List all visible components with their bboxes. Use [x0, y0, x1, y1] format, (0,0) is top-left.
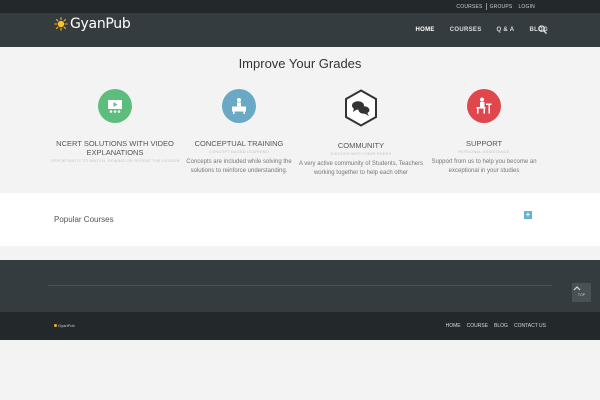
nav-qa[interactable]: Q & A [497, 27, 515, 33]
top-link-courses[interactable]: COURSES [453, 4, 485, 10]
top-link-groups[interactable]: GROUPS [487, 4, 516, 10]
main-header: GyanPub HOME COURSES Q & A BLOG [0, 13, 600, 47]
expand-courses-button[interactable]: + [524, 211, 532, 219]
feature-title: CONCEPTUAL TRAINING [194, 139, 284, 148]
logo-text: GyanPub [70, 16, 131, 32]
top-link-login[interactable]: LOGIN [515, 4, 538, 10]
popular-courses-title: Popular Courses [54, 215, 114, 224]
back-to-top-button[interactable]: TOP [572, 283, 591, 302]
feature-community: COMMUNITY DISCUSS WITH YOUR PEERS A very… [296, 89, 426, 178]
spacer-band [0, 246, 600, 260]
chat-bubbles-icon [345, 89, 377, 127]
nav-courses[interactable]: COURSES [450, 27, 482, 33]
feature-subtitle: CONCEPT BASED LEARNING [208, 149, 270, 154]
top-links: COURSES GROUPS LOGIN [453, 0, 538, 13]
feature-title: SUPPORT [465, 139, 503, 148]
lecture-training-icon [222, 89, 256, 123]
feature-description: A very active community of Students, Tea… [298, 161, 424, 176]
nav-home[interactable]: HOME [416, 27, 435, 33]
top-utility-bar: COURSES GROUPS LOGIN [0, 0, 600, 13]
popular-courses-section: Popular Courses + [0, 193, 600, 246]
footer-logo-text: GyanPub [58, 323, 75, 328]
feature-conceptual-training: CONCEPTUAL TRAINING CONCEPT BASED LEARNI… [174, 89, 304, 176]
support-person-icon [467, 89, 501, 123]
hero-section: Improve Your Grades NCERT SOLUTIONS WITH… [0, 47, 600, 193]
hero-title: Improve Your Grades [238, 56, 362, 71]
footer-link-blog[interactable]: BLOG [494, 323, 508, 329]
footer-logo[interactable]: GyanPub [54, 323, 75, 328]
feature-subtitle: DISCUSS WITH YOUR PEERS [330, 151, 392, 156]
back-to-top-label: TOP [577, 293, 586, 297]
feature-description: Concepts are included while solving the … [186, 159, 292, 174]
feature-support: SUPPORT PERSONAL ASSISTANCE Support from… [419, 89, 549, 176]
site-logo[interactable]: GyanPub [54, 16, 131, 32]
footer-bottom-bar: GyanPub HOME COURSE BLOG CONTACT US [0, 312, 600, 340]
sun-logo-icon [54, 17, 68, 31]
feature-ncert-solutions: NCERT SOLUTIONS WITH VIDEO EXPLANATIONS … [50, 89, 180, 167]
footer-widgets [0, 260, 600, 312]
feature-title: COMMUNITY [337, 141, 385, 150]
sun-logo-icon [54, 324, 57, 327]
search-icon[interactable] [538, 25, 547, 34]
feature-title: NCERT SOLUTIONS WITH VIDEO EXPLANATIONS [56, 139, 174, 157]
feature-description: Support from us to help you become an ex… [431, 159, 537, 174]
main-nav: HOME COURSES Q & A BLOG [401, 13, 548, 47]
feature-subtitle: PERSONAL ASSISTANCE [458, 149, 510, 154]
footer-link-home[interactable]: HOME [446, 323, 461, 329]
footer-links: HOME COURSE BLOG CONTACT US [440, 312, 546, 340]
feature-subtitle: OPPORTUNITY TO WATCH, REWIND OR REPEAT T… [50, 158, 180, 163]
chevron-up-icon [573, 286, 581, 291]
footer-divider [48, 285, 552, 286]
footer-link-contact[interactable]: CONTACT US [514, 323, 546, 329]
footer-link-course[interactable]: COURSE [467, 323, 488, 329]
video-board-icon [98, 89, 132, 123]
